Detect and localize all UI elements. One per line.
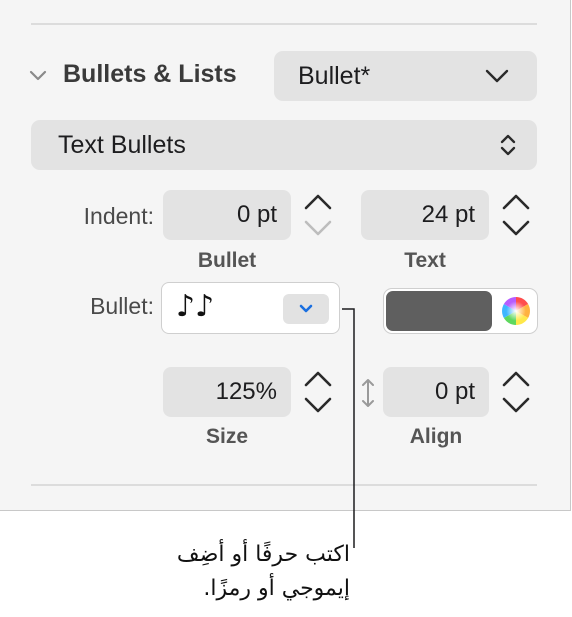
disclosure-chevron-icon[interactable] <box>28 66 48 86</box>
bottom-divider <box>31 484 537 486</box>
bullet-type-popup[interactable]: Text Bullets <box>31 120 537 170</box>
bullet-label: Bullet: <box>90 293 154 319</box>
list-style-popup[interactable]: Bullet* <box>274 51 537 101</box>
bullet-align-caption: Align <box>409 425 463 448</box>
callout-leader-line <box>342 308 355 548</box>
indent-label: Indent: <box>83 203 154 229</box>
text-indent-caption: Text <box>404 249 446 272</box>
color-swatch[interactable] <box>386 291 492 331</box>
emoji-menu-button[interactable] <box>283 294 329 324</box>
text-indent-stepper[interactable] <box>498 189 534 241</box>
bullet-type-value: Text Bullets <box>58 131 186 159</box>
top-divider <box>31 23 537 25</box>
bullet-align-field[interactable]: 0 pt <box>383 367 489 417</box>
callout-text: اكتب حرفًا أو أضِف إيموجي أو رمزًا. <box>100 538 350 606</box>
up-down-chevron-icon <box>498 132 518 158</box>
color-wheel-icon[interactable] <box>500 295 532 327</box>
vertical-align-icon <box>360 377 376 409</box>
text-indent-field[interactable]: 24 pt <box>361 190 489 240</box>
chevron-down-icon <box>298 302 314 316</box>
bullet-indent-stepper[interactable] <box>300 189 336 241</box>
bullet-indent-caption: Bullet <box>197 249 257 272</box>
bullet-size-stepper[interactable] <box>300 366 336 418</box>
format-inspector-panel: Bullets & Lists Bullet* Text Bullets Ind… <box>0 0 571 511</box>
bullet-indent-field[interactable]: 0 pt <box>163 190 291 240</box>
section-title: Bullets & Lists <box>63 60 237 88</box>
bullet-character-field[interactable]: ♪♪ <box>161 282 340 334</box>
bullet-size-field[interactable]: 125% <box>163 367 291 417</box>
bullet-align-stepper[interactable] <box>498 366 534 418</box>
bullet-size-caption: Size <box>205 425 249 448</box>
chevron-down-icon <box>484 65 510 87</box>
bullet-glyph: ♪♪ <box>176 289 215 324</box>
list-style-value: Bullet* <box>298 62 371 90</box>
callout-line-2: إيموجي أو رمزًا. <box>203 576 350 601</box>
bullet-color-well[interactable] <box>383 288 538 334</box>
callout-line-1: اكتب حرفًا أو أضِف <box>176 542 350 567</box>
